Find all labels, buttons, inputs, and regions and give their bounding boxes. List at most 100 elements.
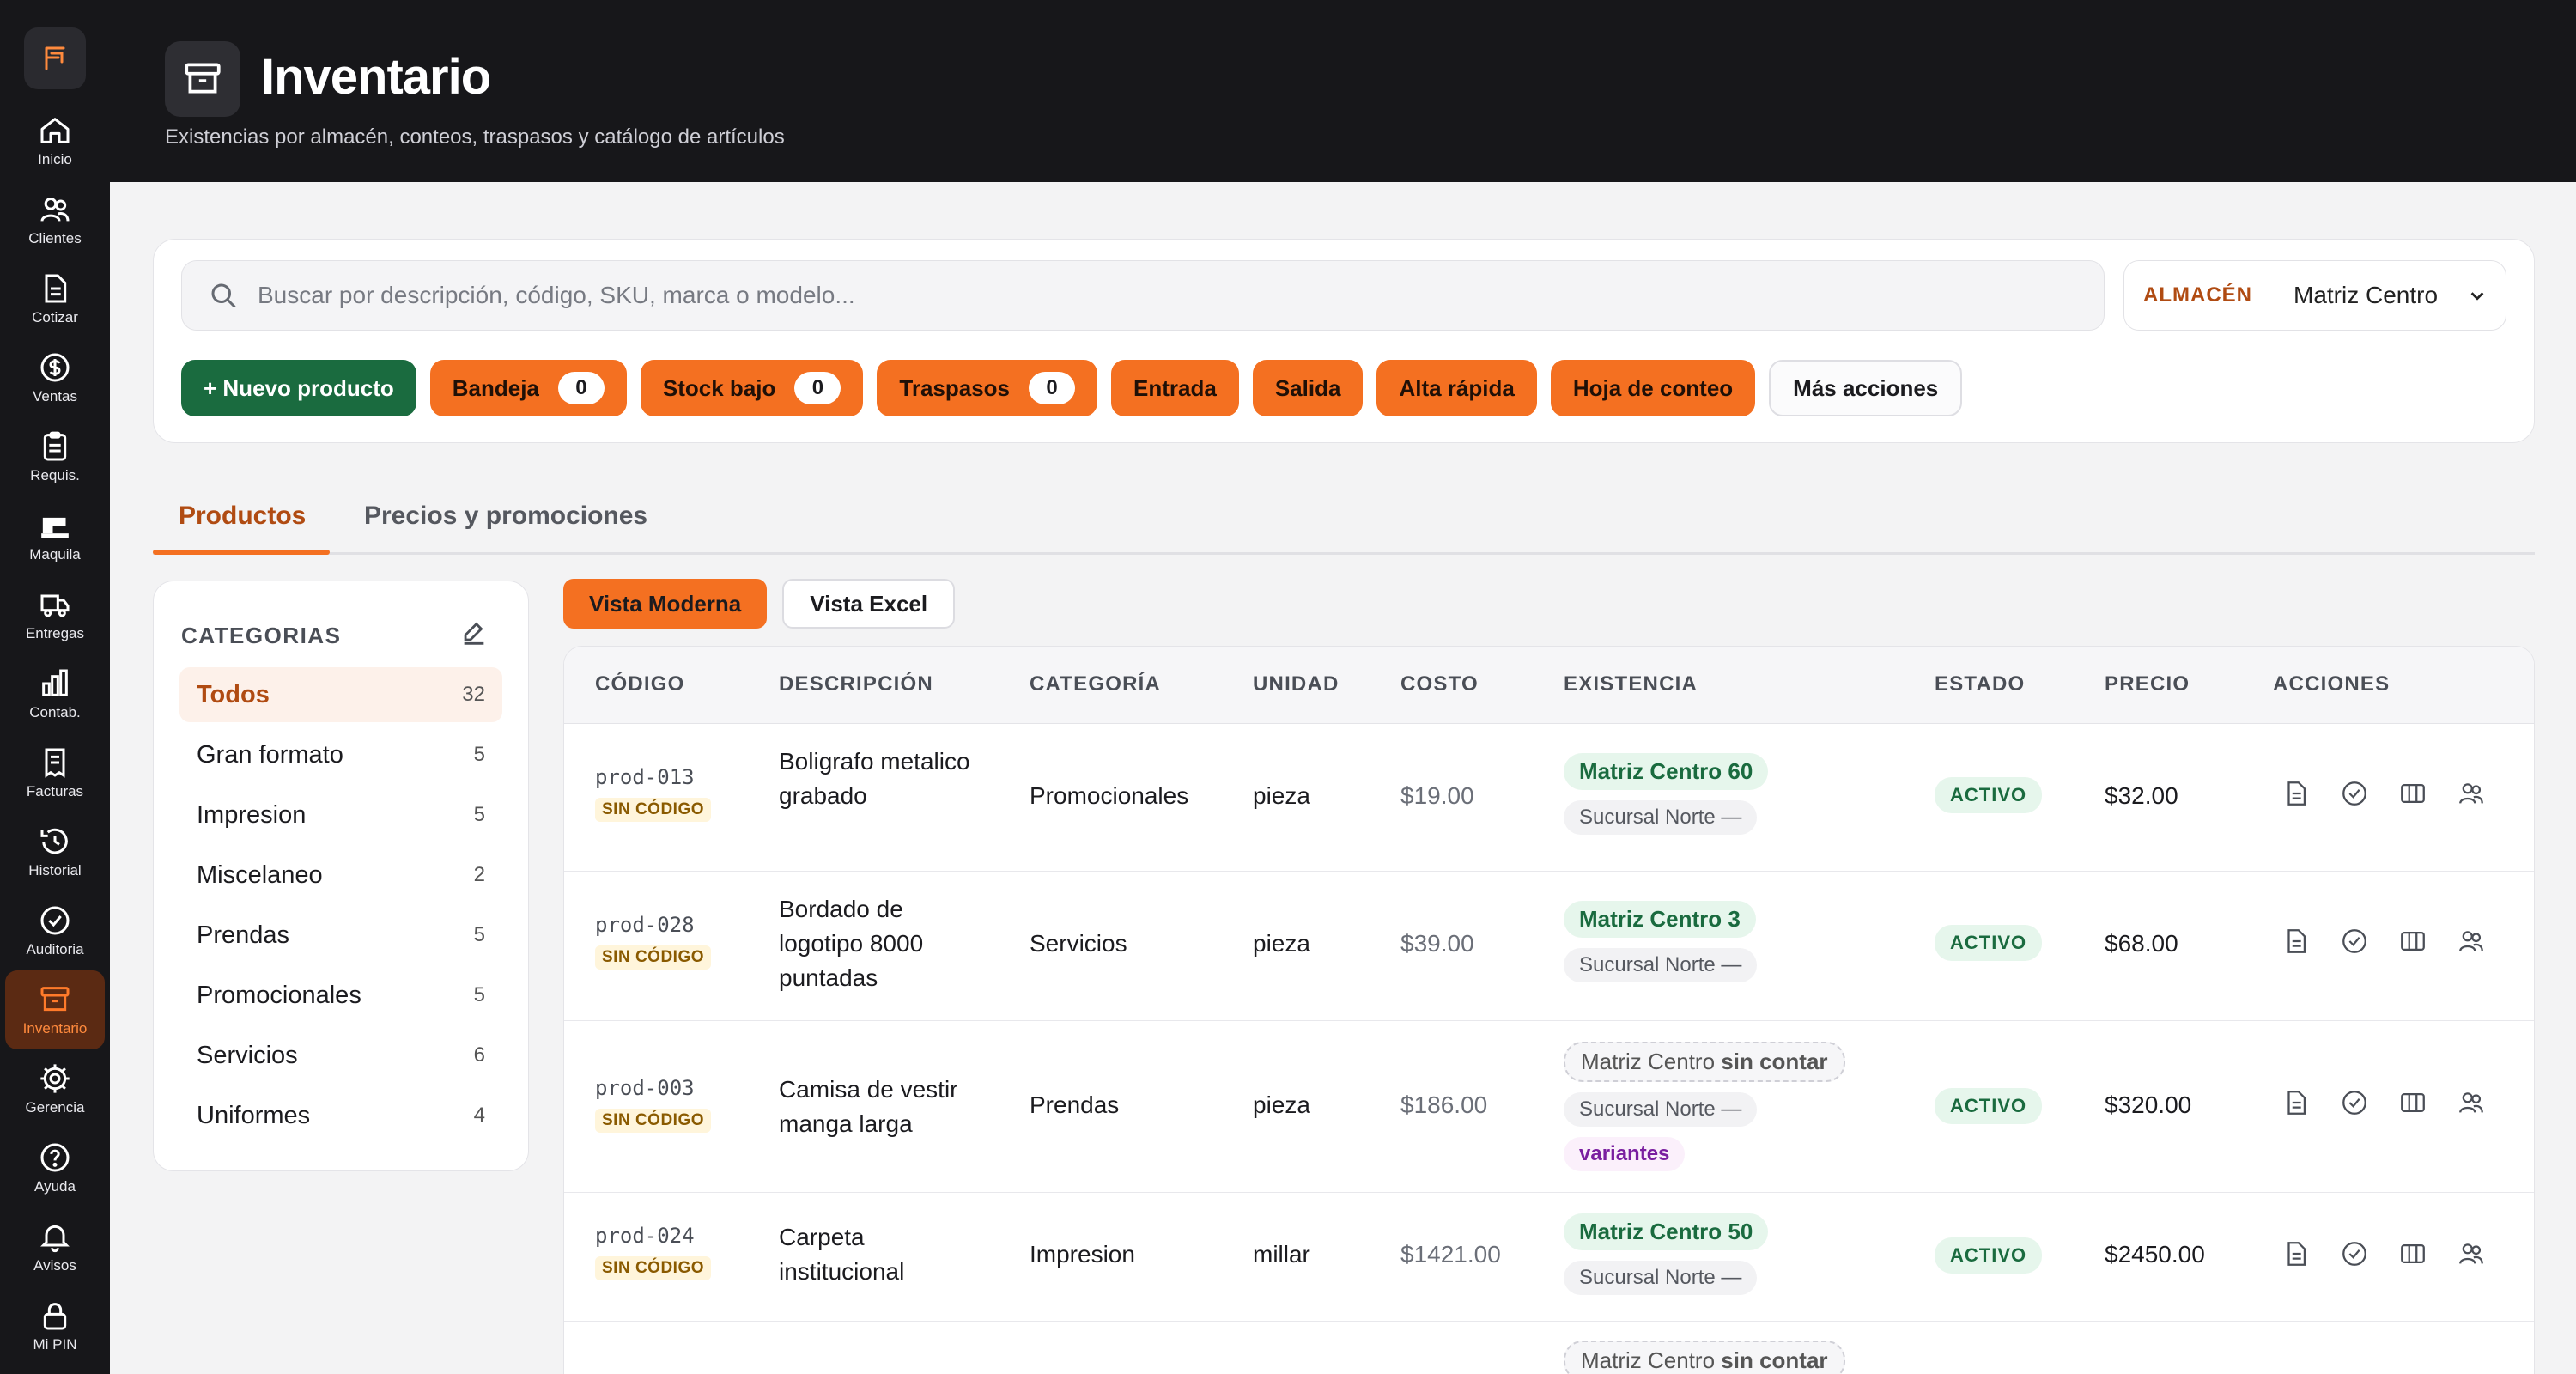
check-circle-icon[interactable] [2340,927,2369,956]
table-row[interactable]: prod-024 SIN CÓDIGO Carpeta instituciona… [564,1193,2534,1322]
category-item-servicios[interactable]: Servicios 6 [179,1028,502,1083]
sidebar-item-clientes[interactable]: Clientes [5,180,105,259]
check-circle-icon[interactable] [2340,1088,2369,1117]
document-icon[interactable] [2281,1088,2311,1117]
users-icon[interactable] [2457,1239,2486,1268]
sidebar-item-label: Cotizar [32,309,78,325]
product-price: $68.00 [2105,930,2178,957]
sidebar-item-entregas[interactable]: Entregas [5,575,105,654]
modern-view-button[interactable]: Vista Moderna [563,579,768,629]
new-product-button[interactable]: + Nuevo producto [181,360,416,416]
sidebar-item-label: Maquila [29,546,81,562]
hoja-conteo-button[interactable]: Hoja de conteo [1550,360,1756,416]
sidebar-item-historial[interactable]: Historial [5,812,105,891]
category-item-impresion[interactable]: Impresion 5 [179,787,502,842]
search-icon [211,283,236,308]
app-logo[interactable] [24,27,86,89]
stock-main-qty: 60 [1728,758,1753,784]
product-category: Prendas [1030,1091,1120,1118]
document-icon[interactable] [2281,1239,2311,1268]
sidebar-item-avisos[interactable]: Avisos [5,1207,105,1286]
document-icon[interactable] [2281,927,2311,956]
sidebar-item-inicio[interactable]: Inicio [5,101,105,180]
excel-view-button[interactable]: Vista Excel [782,579,956,629]
table-row[interactable]: prod-028 SIN CÓDIGO Bordado de logotipo … [564,872,2534,1021]
category-name: Prendas [197,921,290,949]
tab-precios[interactable]: Precios y promociones [364,502,647,531]
sidebar-item-requis[interactable]: Requis. [5,417,105,496]
code-cell: prod-028 SIN CÓDIGO [595,913,712,970]
columns-icon[interactable] [2398,1088,2427,1117]
check-circle-icon[interactable] [2340,1239,2369,1268]
column-header-acciones: ACCIONES [2273,672,2391,696]
category-item-gran-formato[interactable]: Gran formato 5 [179,727,502,782]
sidebar-item-auditoria[interactable]: Auditoria [5,891,105,970]
edit-icon[interactable] [459,619,489,648]
table-row[interactable]: prod-003 SIN CÓDIGO Camisa de vestir man… [564,1021,2534,1193]
search-input[interactable] [258,282,2061,309]
product-category: Impresion [1030,1241,1135,1268]
column-header-descripcion[interactable]: DESCRIPCIÓN [779,672,933,696]
category-item-promocionales[interactable]: Promocionales 5 [179,968,502,1023]
salida-button[interactable]: Salida [1252,360,1364,416]
product-category: Promocionales [1030,782,1189,809]
more-actions-button[interactable]: Más acciones [1769,360,1963,416]
stock-main-chip: Matriz Centro sin contar [1564,1341,1845,1374]
warehouse-select[interactable]: ALMACÉN Matriz Centro [2123,260,2506,331]
product-description: Bordado de logotipo 8000 puntadas [779,896,924,991]
stock-main-qty: sin contar [1721,1049,1828,1074]
sidebar-item-ayuda[interactable]: Ayuda [5,1128,105,1207]
product-unit: pieza [1253,1091,1310,1118]
category-name: Uniformes [197,1101,311,1129]
column-header-unidad[interactable]: UNIDAD [1253,672,1340,696]
users-icon[interactable] [2457,779,2486,808]
column-header-codigo[interactable]: CÓDIGO [595,672,685,696]
sidebar-item-inventario[interactable]: Inventario [5,970,105,1049]
stock-bajo-button[interactable]: Stock bajo 0 [640,360,864,416]
traspasos-button[interactable]: Traspasos 0 [877,360,1098,416]
column-header-costo[interactable]: COSTO [1400,672,1479,696]
column-header-estado[interactable]: ESTADO [1935,672,2025,696]
sidebar-item-contab[interactable]: Contab. [5,654,105,733]
status-cell: ACTIVO [1935,925,2043,961]
sidebar-item-facturas[interactable]: Facturas [5,733,105,812]
alta-rapida-button[interactable]: Alta rápida [1376,360,1537,416]
variants-chip[interactable]: variantes [1564,1137,1686,1171]
columns-icon[interactable] [2398,927,2427,956]
category-item-miscelaneo[interactable]: Miscelaneo 2 [179,848,502,903]
stock-main-qty: 50 [1728,1219,1753,1244]
tab-productos[interactable]: Productos [179,502,306,531]
category-item-todos[interactable]: Todos 32 [179,667,502,722]
table-row[interactable]: prod-013 SIN CÓDIGO Boligrafo metalico g… [564,724,2534,872]
stock-main-chip: Matriz Centro 3 [1564,901,1756,938]
columns-icon[interactable] [2398,779,2427,808]
toolbar-card: ALMACÉN Matriz Centro + Nuevo producto B… [153,239,2535,443]
tab-bar: Productos Precios y promociones [153,491,2535,555]
check-circle-icon [40,906,70,935]
sidebar-item-ventas[interactable]: Ventas [5,338,105,417]
bandeja-button[interactable]: Bandeja 0 [429,360,627,416]
product-unit: pieza [1253,930,1310,957]
sidebar-item-cotizar[interactable]: Cotizar [5,259,105,338]
column-header-categoria[interactable]: CATEGORÍA [1030,672,1161,696]
columns-icon[interactable] [2398,1239,2427,1268]
home-icon [40,118,70,143]
column-header-precio[interactable]: PRECIO [2105,672,2190,696]
lock-icon [43,1303,67,1330]
document-icon[interactable] [2281,779,2311,808]
table-row[interactable]: Matriz Centro sin contar [564,1322,2534,1374]
entrada-button[interactable]: Entrada [1111,360,1239,416]
category-item-prendas[interactable]: Prendas 5 [179,908,502,963]
category-count: 5 [473,743,485,766]
sidebar-item-mi-pin[interactable]: Mi PIN [5,1286,105,1365]
users-icon[interactable] [2457,1088,2486,1117]
sidebar-item-maquila[interactable]: Maquila [5,496,105,575]
category-item-uniformes[interactable]: Uniformes 4 [179,1088,502,1143]
stock-main-chip: Matriz Centro sin contar [1564,1042,1845,1082]
column-header-existencia[interactable]: EXISTENCIA [1564,672,1698,696]
users-icon[interactable] [2457,927,2486,956]
sidebar-item-gerencia[interactable]: Gerencia [5,1049,105,1128]
check-circle-icon[interactable] [2340,779,2369,808]
stock-main-chip: Matriz Centro 60 [1564,753,1769,790]
status-cell: ACTIVO [1935,777,2043,813]
